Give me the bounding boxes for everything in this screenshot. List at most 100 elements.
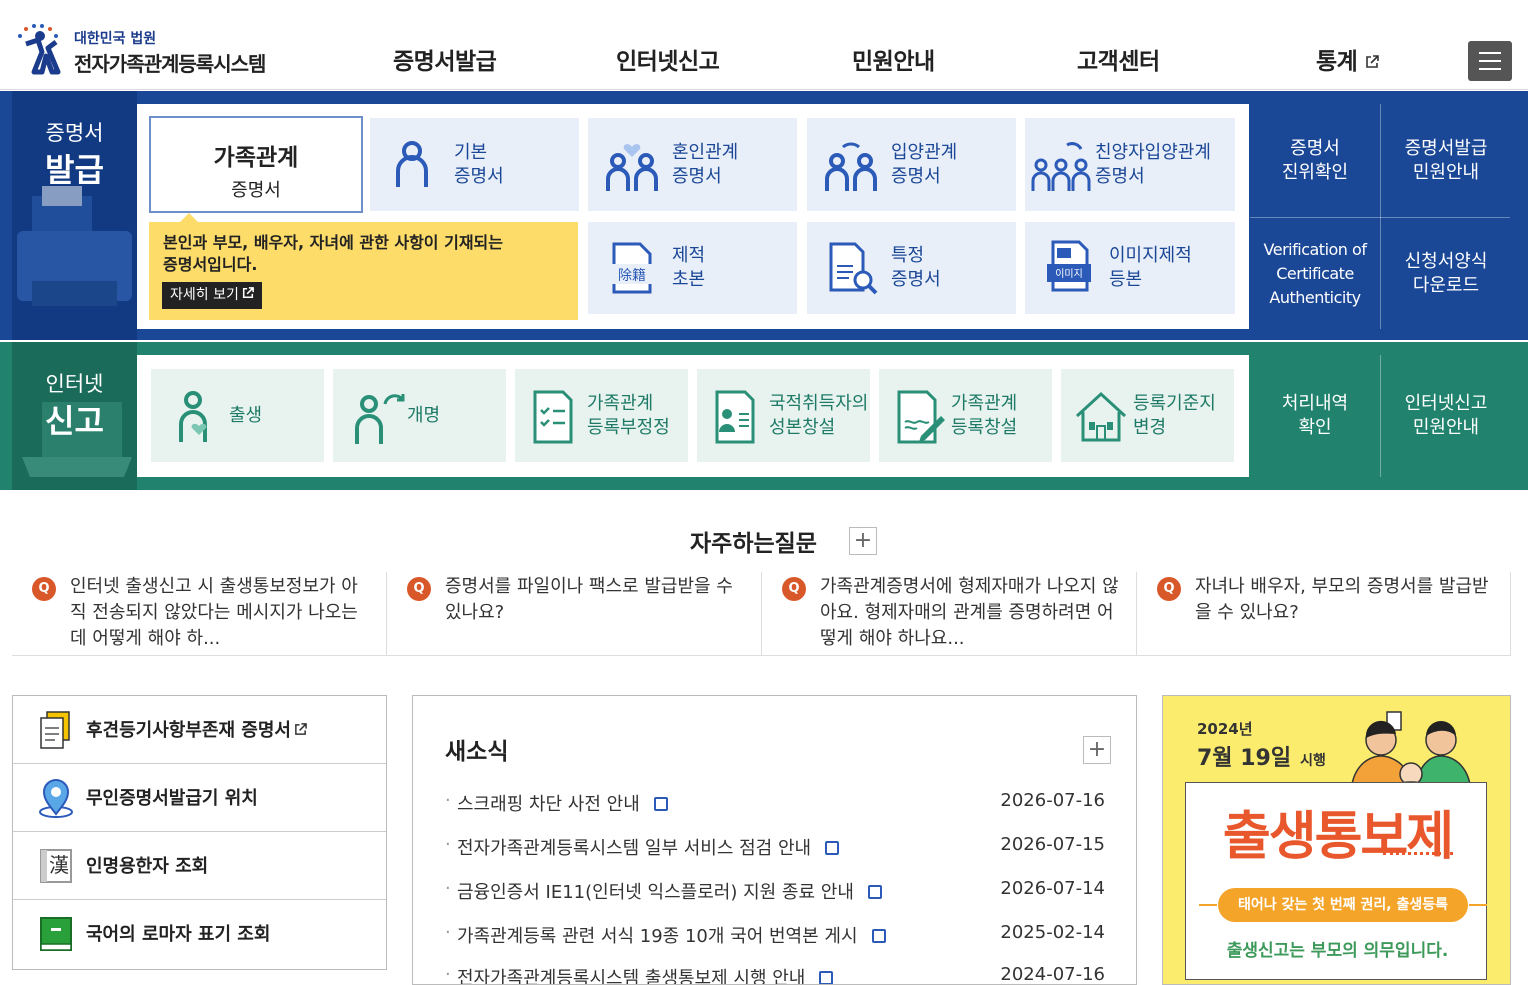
- tip-pointer: [180, 213, 198, 222]
- cert-guide-l2: 민원안내: [1412, 161, 1480, 183]
- cert-image-removed-tile[interactable]: 이미지 이미지제적 등본: [1025, 222, 1235, 314]
- name-hanja-label: 인명용한자 조회: [86, 856, 209, 877]
- report-birth-l1: 출생: [229, 404, 263, 426]
- cert-marriage-tile[interactable]: 혼인관계 증명서: [588, 118, 797, 211]
- news-item-title: 전자가족관계등록시스템 출생통보제 시행 안내: [457, 968, 806, 985]
- cert-basic-tile[interactable]: 기본 증명서: [370, 118, 579, 211]
- nav-customer-center[interactable]: 고객센터: [1077, 42, 1160, 76]
- banner-headline: 출생통보제: [1222, 807, 1454, 867]
- faq-item[interactable]: Q 자녀나 배우자, 부모의 증명서를 발급받을 수 있나요?: [1137, 572, 1511, 656]
- faq-question: 증명서를 파일이나 팩스로 발급받을 수 있나요?: [445, 576, 733, 623]
- view-more-button[interactable]: 자세히 보기: [162, 282, 262, 309]
- bullet: ·: [445, 790, 451, 811]
- cert-specific-l2: 증명서: [891, 269, 941, 290]
- report-nationality-tile[interactable]: 국적취득자의 성본창설: [697, 369, 870, 462]
- cert-specific-tile[interactable]: 특정 증명서: [807, 222, 1016, 314]
- nav-statistics[interactable]: 통계: [1316, 42, 1379, 76]
- cert-image-l2: 등본: [1109, 269, 1143, 290]
- external-link-icon: [295, 723, 307, 735]
- news-item[interactable]: · 스크래핑 차단 사전 안내 2026-07-16: [445, 790, 1105, 816]
- nav-statistics-label: 통계: [1316, 49, 1358, 75]
- kiosk-location-link[interactable]: 무인증명서발급기 위치: [13, 764, 386, 832]
- checklist-icon: [533, 390, 573, 443]
- banner-date-row: 7월 19일 시행: [1197, 740, 1326, 772]
- report-guide-link[interactable]: 인터넷신고 민원안내: [1381, 355, 1511, 477]
- document-icon: [825, 841, 840, 855]
- cert-label-line1: 증명서: [45, 121, 104, 145]
- faq-question: 인터넷 출생신고 시 출생통보정보가 아직 전송되지 않았다는 메시지가 나오는…: [70, 576, 358, 649]
- cert-removed-extract-tile[interactable]: 除籍 제적 초본: [588, 222, 797, 314]
- faq-question: 가족관계증명서에 형제자매가 나오지 않아요. 형제자매의 관계를 증명하려면 …: [820, 576, 1119, 649]
- report-nationality-l1: 국적취득자의: [769, 392, 869, 414]
- cert-adoption-tile[interactable]: 입양관계 증명서: [807, 118, 1016, 211]
- person-icon: [396, 140, 428, 187]
- report-creation-tile[interactable]: 가족관계 등록창설: [879, 369, 1052, 462]
- report-base-l2: 변경: [1133, 416, 1167, 438]
- form-download-link[interactable]: 신청서양식 다운로드: [1381, 218, 1511, 329]
- printer-icon: [17, 186, 132, 306]
- banner-date: 7월 19일: [1197, 746, 1292, 771]
- cert-family-relation-tile[interactable]: 가족관계 증명서: [149, 116, 363, 213]
- cert-guide-link[interactable]: 증명서발급 민원안내: [1381, 104, 1511, 217]
- verification-link[interactable]: Verification of Certificate Authenticity: [1250, 218, 1380, 329]
- document-icon: [40, 711, 70, 749]
- house-icon: [1075, 391, 1127, 441]
- document-search-icon: [829, 242, 878, 295]
- faq-item[interactable]: Q 가족관계증명서에 형제자매가 나오지 않아요. 형제자매의 관계를 증명하려면…: [762, 572, 1137, 656]
- report-correction-l1: 가족관계: [587, 392, 654, 414]
- logo[interactable]: 대한민국 법원 전자가족관계등록시스템: [12, 22, 282, 78]
- name-hanja-link[interactable]: 漢 인명용한자 조회: [13, 832, 386, 900]
- news-item[interactable]: · 금융인증서 IE11(인터넷 익스플로러) 지원 종료 안내 2026-07-1…: [445, 878, 1105, 904]
- bullet: ·: [445, 964, 451, 985]
- banner-pill-text: 태어나 갖는 첫 번째 권리, 출생등록: [1237, 897, 1448, 913]
- faq-item[interactable]: Q 증명서를 파일이나 팩스로 발급받을 수 있나요?: [387, 572, 762, 656]
- cert-label-line2: 발급: [45, 151, 104, 189]
- faq-more-button[interactable]: +: [849, 527, 877, 555]
- tip-line1: 본인과 부모, 배우자, 자녀에 관한 사항이 기재되는: [163, 233, 503, 252]
- cert-removed-l1: 제적: [672, 245, 706, 266]
- cert-family-sub: 증명서: [231, 180, 281, 201]
- news-item[interactable]: · 전자가족관계등록시스템 일부 서비스 점검 안내 2026-07-15: [445, 834, 1105, 860]
- kiosk-location-label: 무인증명서발급기 위치: [86, 788, 258, 809]
- report-correction-tile[interactable]: 가족관계 등록부정정: [515, 369, 688, 462]
- bullet: ·: [445, 922, 451, 943]
- report-correction-l2: 등록부정정: [587, 416, 670, 438]
- banner-pill-line-right: [1469, 904, 1487, 906]
- document-icon: [871, 929, 886, 943]
- nav-cert-issue[interactable]: 증명서발급: [393, 42, 497, 76]
- cert-section-label: 증명서 발급: [12, 91, 137, 340]
- news-item[interactable]: · 가족관계등록 관련 서식 19종 10개 국어 번역본 게시 2025-02-1…: [445, 922, 1105, 948]
- nav-internet-report[interactable]: 인터넷신고: [616, 42, 720, 76]
- report-birth-tile[interactable]: 출생: [151, 369, 324, 462]
- form-download-l2: 다운로드: [1412, 274, 1480, 296]
- green-book-icon: [40, 917, 72, 951]
- report-guide-l2: 민원안내: [1412, 417, 1480, 438]
- adoption-icon: [825, 142, 877, 191]
- faq-title: 자주하는질문: [690, 531, 817, 557]
- process-history-l1: 처리내역: [1281, 393, 1349, 414]
- cert-family-title: 가족관계: [213, 145, 299, 171]
- nav-civil-guide[interactable]: 민원안내: [852, 42, 935, 76]
- cert-verify-link[interactable]: 증명서 진위확인: [1250, 104, 1380, 217]
- guardianship-cert-link[interactable]: 후견등기사항부존재 증명서: [13, 696, 386, 764]
- menu-button[interactable]: [1468, 41, 1512, 81]
- hanja-icon-text: 漢: [49, 853, 69, 877]
- news-more-button[interactable]: +: [1083, 736, 1111, 764]
- news-item[interactable]: · 전자가족관계등록시스템 출생통보제 시행 안내 2024-07-16: [445, 964, 1105, 985]
- birth-notification-banner[interactable]: 2024년 7월 19일 시행 출생통보제 태어나 갖는 첫 번째 권리, 출생…: [1162, 695, 1511, 985]
- q-badge-icon: Q: [782, 577, 806, 601]
- cert-full-adoption-tile[interactable]: 친양자입양관계 증명서: [1025, 118, 1235, 211]
- cert-verify-l2: 진위확인: [1281, 161, 1349, 183]
- report-base-change-tile[interactable]: 등록기준지 변경: [1061, 369, 1234, 462]
- faq-item[interactable]: Q 인터넷 출생신고 시 출생통보정보가 아직 전송되지 않았다는 메시지가 나오…: [12, 572, 387, 656]
- report-rename-l1: 개명: [407, 404, 441, 426]
- report-creation-l1: 가족관계: [951, 392, 1018, 414]
- report-rename-tile[interactable]: 개명: [333, 369, 506, 462]
- location-pin-icon: [39, 779, 73, 818]
- romanization-link[interactable]: 국어의 로마자 표기 조회: [13, 900, 386, 968]
- verification-l2: Certificate: [1276, 263, 1354, 283]
- document-pen-icon: [897, 390, 945, 443]
- cert-adoption-l2: 증명서: [891, 165, 941, 187]
- view-more-label: 자세히 보기: [170, 287, 239, 303]
- process-history-link[interactable]: 처리내역 확인: [1250, 355, 1380, 477]
